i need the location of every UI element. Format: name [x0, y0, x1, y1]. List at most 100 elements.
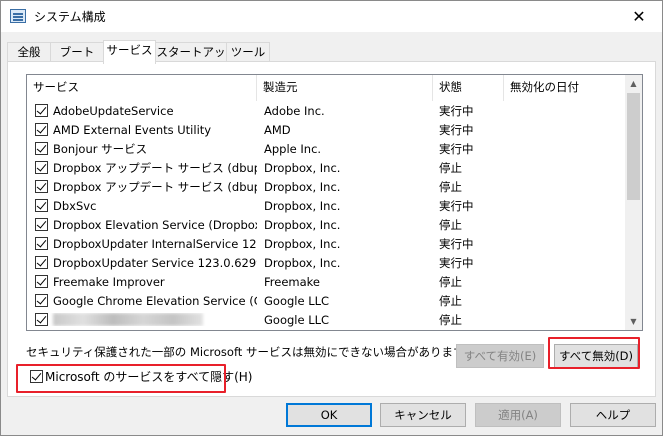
cancel-button[interactable]: キャンセル	[380, 403, 466, 427]
service-name-cell: Bonjour サービス	[27, 141, 257, 157]
maker-cell: Freemake	[264, 274, 320, 289]
service-name: DbxSvc	[53, 198, 97, 213]
service-checkbox[interactable]	[35, 199, 48, 212]
service-name: Dropbox Elevation Service (Dropbox...	[53, 217, 257, 232]
maker-cell: Dropbox, Inc.	[264, 198, 341, 213]
service-name-cell: DbxSvc	[27, 199, 257, 213]
table-row[interactable]: DropboxUpdater InternalService 123.... Dr…	[27, 234, 627, 253]
apply-button[interactable]: 適用(A)	[475, 403, 561, 427]
microsoft-services-note: セキュリティ保護された一部の Microsoft サービスは無効にできない場合が…	[26, 345, 475, 359]
column-header-disabled-date[interactable]: 無効化の日付	[504, 75, 627, 101]
service-checkbox[interactable]	[35, 275, 48, 288]
table-row[interactable]: Google LLC停止	[27, 329, 627, 330]
service-name: Bonjour サービス	[53, 141, 148, 156]
table-row[interactable]: Bonjour サービス Apple Inc. 実行中	[27, 139, 627, 158]
service-checkbox[interactable]	[35, 237, 48, 250]
maker-cell: Apple Inc.	[264, 141, 322, 156]
column-header-maker[interactable]: 製造元	[257, 75, 433, 101]
status-cell: 実行中	[439, 255, 474, 270]
ok-button[interactable]: OK	[286, 403, 372, 427]
maker-cell: Dropbox, Inc.	[264, 179, 341, 194]
service-name-cell: AMD External Events Utility	[27, 123, 257, 137]
service-name: DropboxUpdater Service 123.0.6299....	[53, 255, 257, 270]
maker-cell: Dropbox, Inc.	[264, 160, 341, 175]
table-row[interactable]: Dropbox アップデート サービス (dbupdate) Dropbox, I…	[27, 158, 627, 177]
status-cell: 停止	[439, 274, 462, 289]
service-name: DropboxUpdater InternalService 123....	[53, 236, 257, 251]
maker-cell: Dropbox, Inc.	[264, 236, 341, 251]
status-cell: 停止	[439, 179, 462, 194]
status-cell: 実行中	[439, 198, 474, 213]
service-name-cell: Dropbox アップデート サービス (dbupdate)	[27, 160, 257, 176]
tab-startup[interactable]: スタートアップ	[155, 42, 227, 78]
status-cell: 停止	[439, 293, 462, 308]
services-list[interactable]: サービス 製造元 状態 無効化の日付 AdobeUpdateService Ado…	[26, 74, 643, 331]
scroll-up-icon[interactable]: ▲	[625, 75, 642, 92]
window-title: システム構成	[34, 10, 106, 24]
service-checkbox[interactable]	[35, 218, 48, 231]
service-name-cell: Dropbox Elevation Service (Dropbox...	[27, 218, 257, 232]
enable-all-button[interactable]: すべて有効(E)	[456, 344, 544, 368]
service-checkbox[interactable]	[35, 180, 48, 193]
service-checkbox[interactable]	[35, 294, 48, 307]
close-icon[interactable]: ✕	[616, 1, 662, 32]
maker-cell: Google LLC	[264, 312, 330, 327]
service-checkbox[interactable]	[35, 313, 48, 326]
table-row[interactable]: Google LLC 停止	[27, 310, 627, 329]
msconfig-icon	[10, 9, 26, 23]
tab-general[interactable]: 全般	[7, 42, 51, 63]
help-button[interactable]: ヘルプ	[570, 403, 656, 427]
tab-tools[interactable]: ツール	[226, 42, 270, 63]
service-name-cell: Dropbox アップデート サービス (dbupdat...	[27, 179, 257, 195]
maker-cell: Google LLC	[264, 293, 330, 308]
scroll-thumb[interactable]	[627, 93, 640, 200]
services-panel: サービス 製造元 状態 無効化の日付 AdobeUpdateService Ado…	[7, 61, 656, 397]
service-name-cell: Freemake Improver	[27, 275, 257, 289]
service-name: AdobeUpdateService	[53, 103, 174, 118]
table-row[interactable]: AdobeUpdateService Adobe Inc. 実行中	[27, 101, 627, 120]
table-row[interactable]: Freemake Improver Freemake 停止	[27, 272, 627, 291]
maker-cell: Dropbox, Inc.	[264, 255, 341, 270]
service-name: Dropbox アップデート サービス (dbupdat...	[53, 179, 257, 194]
service-checkbox[interactable]	[35, 104, 48, 117]
vertical-scrollbar[interactable]: ▲ ▼	[625, 75, 642, 330]
service-name-cell: DropboxUpdater InternalService 123....	[27, 237, 257, 251]
hide-microsoft-highlight	[16, 364, 226, 393]
dialog-footer: OK キャンセル 適用(A) ヘルプ	[1, 397, 662, 435]
service-name-cell	[27, 313, 257, 326]
table-row[interactable]: DbxSvc Dropbox, Inc. 実行中	[27, 196, 627, 215]
maker-cell: Adobe Inc.	[264, 103, 325, 118]
table-row[interactable]: AMD External Events Utility AMD 実行中	[27, 120, 627, 139]
service-name: Google Chrome Elevation Service (G...	[53, 293, 257, 308]
tab-boot[interactable]: ブート	[50, 42, 104, 63]
scroll-down-icon[interactable]: ▼	[625, 313, 642, 330]
status-cell: 停止	[439, 217, 462, 232]
service-checkbox[interactable]	[35, 142, 48, 155]
maker-cell: AMD	[264, 122, 291, 137]
list-header: サービス 製造元 状態 無効化の日付	[27, 75, 627, 101]
service-name-cell: AdobeUpdateService	[27, 104, 257, 118]
title-bar: システム構成 ✕	[1, 1, 662, 32]
status-cell: 実行中	[439, 103, 474, 118]
table-row[interactable]: Dropbox アップデート サービス (dbupdat... Dropbox, …	[27, 177, 627, 196]
status-cell: 停止	[439, 160, 462, 175]
table-row[interactable]: Google Chrome Elevation Service (G... Goo…	[27, 291, 627, 310]
table-row[interactable]: DropboxUpdater Service 123.0.6299.... Dro…	[27, 253, 627, 272]
status-cell: 実行中	[439, 122, 474, 137]
service-checkbox[interactable]	[35, 123, 48, 136]
status-cell: 停止	[439, 312, 462, 327]
service-name: AMD External Events Utility	[53, 122, 212, 137]
service-name-cell: Google Chrome Elevation Service (G...	[27, 294, 257, 308]
maker-cell: Dropbox, Inc.	[264, 217, 341, 232]
system-config-window: システム構成 ✕ 全般 ブート サービス スタートアップ ツール サービス 製造…	[0, 0, 663, 436]
table-row[interactable]: Dropbox Elevation Service (Dropbox... Dro…	[27, 215, 627, 234]
service-name-cell: DropboxUpdater Service 123.0.6299....	[27, 256, 257, 270]
service-checkbox[interactable]	[35, 161, 48, 174]
column-header-status[interactable]: 状態	[433, 75, 504, 101]
column-header-service[interactable]: サービス	[27, 75, 257, 101]
status-cell: 実行中	[439, 141, 474, 156]
disable-all-highlight	[548, 337, 640, 369]
tab-services[interactable]: サービス	[103, 40, 156, 64]
service-checkbox[interactable]	[35, 256, 48, 269]
redacted-service-name	[53, 313, 203, 326]
